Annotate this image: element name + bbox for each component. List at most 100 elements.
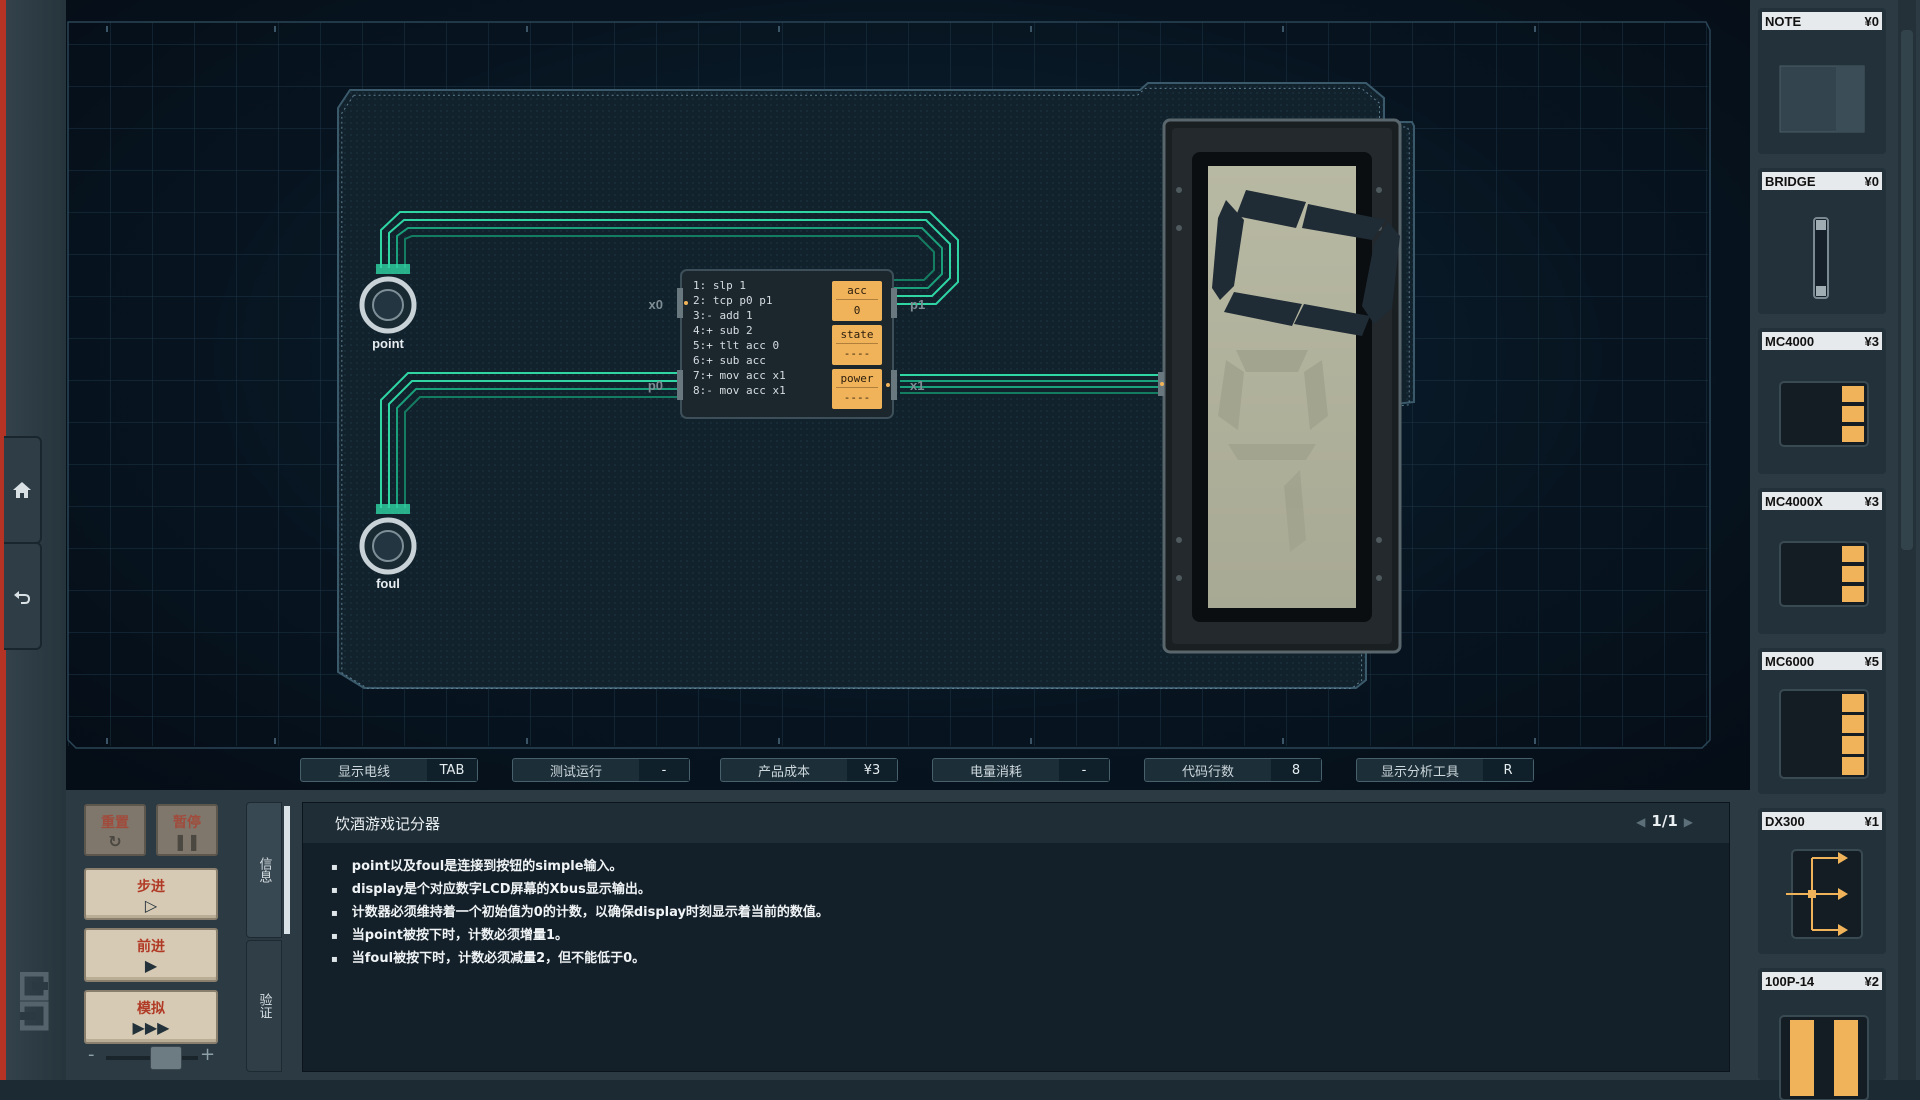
dx300-icon xyxy=(1786,849,1863,939)
pin-x1: x1 xyxy=(910,378,924,393)
part-price: ¥2 xyxy=(1864,973,1879,989)
part-bridge[interactable]: BRIDGE ¥0 xyxy=(1758,168,1886,314)
page-indicator: 1/1 xyxy=(1651,812,1678,830)
spec-item: point以及foul是连接到按钮的simple输入。 xyxy=(331,855,829,878)
speed-plus[interactable]: + xyxy=(200,1044,215,1065)
stat-value: ¥3 xyxy=(847,759,897,781)
prev-page-icon[interactable]: ◀ xyxy=(1636,815,1645,829)
simulate-label: 模拟 xyxy=(137,1001,165,1017)
play-icon: ▶ xyxy=(144,956,158,975)
left-rail xyxy=(0,0,66,1080)
palette-scrollbar[interactable] xyxy=(1898,0,1916,1080)
game-logo xyxy=(20,972,49,1031)
part-dx300[interactable]: DX300 ¥1 xyxy=(1758,808,1886,954)
undo-arrow-icon xyxy=(14,591,30,604)
step-label: 步进 xyxy=(137,879,165,895)
parts-palette[interactable]: NOTE ¥0 BRIDGE ¥0 MC4000 ¥3 MC4000X ¥3 MC600… xyxy=(1750,0,1920,1100)
foul-button-cap xyxy=(372,530,404,562)
simulate-button[interactable]: 模拟 ▶▶▶ xyxy=(84,990,218,1044)
spec-item: display是个对应数字LCD屏幕的Xbus显示输出。 xyxy=(331,878,829,901)
code-line: 6:+ sub acc xyxy=(693,354,766,367)
reset-icon: ↻ xyxy=(108,832,122,851)
spec-item: 当point被按下时，计数必须增量1。 xyxy=(331,924,829,947)
reset-button[interactable]: 重置 ↻ xyxy=(84,804,146,856)
code-line: 8:- mov acc x1 xyxy=(693,384,786,397)
forward-label: 前进 xyxy=(137,939,165,955)
circuit-board-area[interactable]: point foul 1: slp 1 2: tcp p0 p1 3:- add… xyxy=(66,0,1750,790)
lcd-display[interactable] xyxy=(1158,118,1402,654)
mc6000-icon xyxy=(1779,689,1869,779)
step-button[interactable]: 步进 ▷ xyxy=(84,868,218,920)
toggle-wires-button[interactable]: 显示电线 TAB xyxy=(300,758,478,782)
analysis-tools-button[interactable]: 显示分析工具 R xyxy=(1356,758,1534,782)
info-panel: 饮酒游戏记分器 ◀ 1/1 ▶ point以及foul是连接到按钮的simple输入… xyxy=(302,802,1730,1072)
point-label: point xyxy=(372,336,404,351)
stat-key: 代码行数 xyxy=(1181,764,1234,780)
pin-x0: x0 xyxy=(649,297,663,312)
tab-info-label: 信息 xyxy=(256,857,272,883)
speed-slider[interactable]: - + xyxy=(84,1044,220,1070)
part-name: DX300 xyxy=(1765,813,1805,829)
tab-info[interactable]: 信息 xyxy=(246,802,282,938)
part-name: MC4000X xyxy=(1765,493,1823,509)
speed-knob[interactable] xyxy=(150,1046,182,1070)
fast-forward-icon: ▶▶▶ xyxy=(132,1018,170,1037)
product-cost-stat: 产品成本 ¥3 xyxy=(720,758,898,782)
part-name: 100P-14 xyxy=(1765,973,1815,989)
lines-of-code-stat: 代码行数 8 xyxy=(1144,758,1322,782)
stat-value: 8 xyxy=(1271,759,1321,781)
part-price: ¥0 xyxy=(1864,173,1879,189)
stat-value: TAB xyxy=(427,759,477,781)
stat-value: - xyxy=(639,759,689,781)
tab-verify-label: 验证 xyxy=(256,993,272,1019)
power-name: power xyxy=(840,372,873,385)
stat-key: 电量消耗 xyxy=(969,764,1022,780)
part-name: MC6000 xyxy=(1765,653,1815,669)
mc4000-controller[interactable]: 1: slp 1 2: tcp p0 p1 3:- add 1 4:+ sub … xyxy=(648,269,925,419)
back-button[interactable] xyxy=(4,542,42,650)
state-name: state xyxy=(840,328,873,341)
code-line: 1: slp 1 xyxy=(693,279,746,292)
code-line: 4:+ sub 2 xyxy=(693,324,753,337)
part-note[interactable]: NOTE ¥0 xyxy=(1758,8,1886,154)
step-icon: ▷ xyxy=(144,896,158,915)
part-price: ¥0 xyxy=(1864,13,1879,29)
info-header: 饮酒游戏记分器 ◀ 1/1 ▶ xyxy=(303,803,1729,843)
code-line: 7:+ mov acc x1 xyxy=(693,369,786,382)
part-100p-14[interactable]: 100P-14 ¥2 xyxy=(1758,968,1886,1100)
bridge-icon xyxy=(1813,217,1829,299)
state-value: ---- xyxy=(844,347,871,360)
pause-label: 暂停 xyxy=(173,815,201,831)
tab-verify[interactable]: 验证 xyxy=(246,940,282,1072)
stat-value: R xyxy=(1483,759,1533,781)
point-button-cap xyxy=(372,289,404,321)
code-line: 3:- add 1 xyxy=(693,309,753,322)
point-connector xyxy=(376,264,410,274)
reset-label: 重置 xyxy=(101,815,129,831)
foul-label: foul xyxy=(376,576,400,591)
pin-p0: p0 xyxy=(648,378,663,393)
part-price: ¥3 xyxy=(1864,333,1879,349)
part-name: NOTE xyxy=(1765,13,1802,29)
speed-minus[interactable]: - xyxy=(88,1044,95,1065)
part-mc4000[interactable]: MC4000 ¥3 xyxy=(1758,328,1886,474)
stat-value: - xyxy=(1059,759,1109,781)
code-line: 2: tcp p0 p1 xyxy=(693,294,772,307)
active-tab-indicator xyxy=(284,806,290,934)
puzzle-title: 饮酒游戏记分器 xyxy=(335,815,441,833)
mc4000x-icon xyxy=(1779,541,1869,607)
spec-item: 计数器必须维持着一个初始值为0的计数，以确保display时刻显示着当前的数值。 xyxy=(331,901,829,924)
home-icon xyxy=(13,482,31,498)
home-button[interactable] xyxy=(4,436,42,544)
test-run-stat: 测试运行 - xyxy=(512,758,690,782)
stat-key: 产品成本 xyxy=(757,764,810,780)
forward-button[interactable]: 前进 ▶ xyxy=(84,928,218,982)
part-mc6000[interactable]: MC6000 ¥5 xyxy=(1758,648,1886,794)
part-price: ¥3 xyxy=(1864,493,1879,509)
part-price: ¥5 xyxy=(1864,653,1879,669)
power-value: ---- xyxy=(844,391,871,404)
part-mc4000x[interactable]: MC4000X ¥3 xyxy=(1758,488,1886,634)
next-page-icon[interactable]: ▶ xyxy=(1684,815,1693,829)
palette-scroll-thumb[interactable] xyxy=(1901,30,1913,550)
pause-button[interactable]: 暂停 ❚❚ xyxy=(156,804,218,856)
